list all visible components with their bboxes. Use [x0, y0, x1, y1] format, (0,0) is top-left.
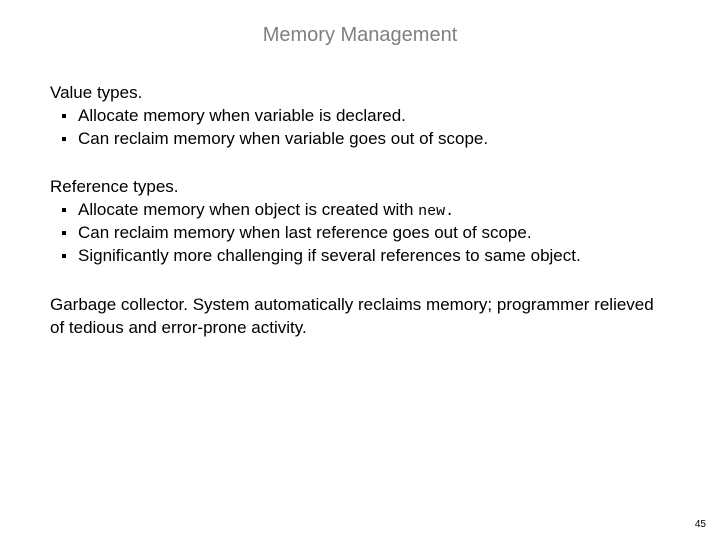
list-item-text: Can reclaim memory when last reference g…	[78, 223, 532, 242]
page-number: 45	[695, 519, 706, 530]
section-heading-reference-types: Reference types.	[50, 177, 670, 197]
paragraph-garbage-collector: Garbage collector. System automatically …	[50, 294, 670, 340]
bullet-list-value-types: Allocate memory when variable is declare…	[50, 105, 670, 151]
list-item: Can reclaim memory when variable goes ou…	[50, 128, 670, 151]
list-item: Can reclaim memory when last reference g…	[50, 222, 670, 245]
slide: Memory Management Value types. Allocate …	[0, 0, 720, 540]
list-item-text: Allocate memory when object is created w…	[78, 200, 418, 219]
list-item-text: Can reclaim memory when variable goes ou…	[78, 129, 488, 148]
list-item: Allocate memory when variable is declare…	[50, 105, 670, 128]
list-item: Allocate memory when object is created w…	[50, 199, 670, 222]
bullet-list-reference-types: Allocate memory when object is created w…	[50, 199, 670, 268]
slide-title: Memory Management	[50, 24, 670, 47]
list-item-text: Significantly more challenging if severa…	[78, 246, 581, 265]
code-text: new.	[418, 203, 454, 220]
section-heading-value-types: Value types.	[50, 83, 670, 103]
list-item-text: Allocate memory when variable is declare…	[78, 106, 406, 125]
list-item: Significantly more challenging if severa…	[50, 245, 670, 268]
